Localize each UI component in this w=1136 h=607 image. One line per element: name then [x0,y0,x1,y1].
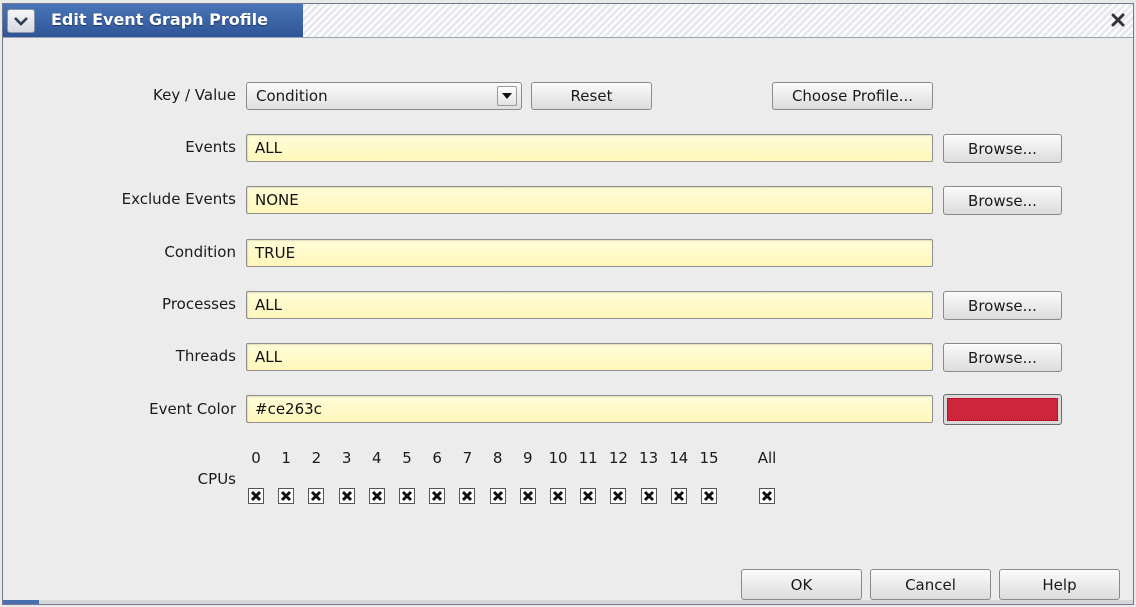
cpu-all-checkbox[interactable] [759,488,775,504]
cpu-5-checkbox[interactable] [399,488,415,504]
x-mark-icon [643,490,654,502]
cpu-1-label: 1 [281,449,291,467]
exclude-events-label: Exclude Events [121,190,236,208]
help-button[interactable]: Help [999,569,1120,600]
events-field[interactable]: ALL [246,134,933,162]
condition-field[interactable]: TRUE [246,239,933,267]
cpu-4-label: 4 [372,449,382,467]
x-mark-icon [492,490,503,502]
x-mark-icon [371,490,382,502]
cpu-13-checkbox[interactable] [640,488,657,504]
cancel-button[interactable]: Cancel [870,569,991,600]
x-mark-icon [281,490,292,502]
processes-browse-button[interactable]: Browse... [943,291,1062,320]
cpu-8-label: 8 [492,449,503,467]
color-swatch-fill [947,398,1058,421]
window-bottom-edge [3,600,1133,604]
cpu-7-label: 7 [462,449,473,467]
key-value-label: Key / Value [153,86,236,104]
event-color-field[interactable]: #ce263c [246,395,933,423]
x-mark-icon [432,490,443,502]
cpu-0-label: 0 [251,449,261,467]
cpu-11-label: 11 [578,449,598,467]
cpu-11-checkbox[interactable] [580,488,597,504]
x-mark-icon [583,490,594,502]
x-mark-icon [462,490,473,502]
cpu-1-checkbox[interactable] [278,488,295,504]
events-label: Events [185,138,236,156]
cpu-2-label: 2 [311,449,322,467]
event-color-swatch-button[interactable] [943,394,1062,425]
close-icon [1111,13,1125,27]
processes-field[interactable]: ALL [246,291,933,319]
cpu-8-checkbox[interactable] [489,488,506,504]
cpu-9-label: 9 [523,449,533,467]
cpus-label: CPUs [197,470,236,488]
cpu-15-label: 15 [699,449,719,467]
window-menu-button[interactable] [7,9,35,33]
chevron-down-icon [14,17,28,26]
x-mark-icon [613,490,624,502]
exclude-events-field[interactable]: NONE [246,186,933,214]
cpu-12-label: 12 [608,449,628,467]
cpu-12-checkbox[interactable] [610,488,627,504]
x-mark-icon [761,490,773,502]
choose-profile-button[interactable]: Choose Profile... [772,82,933,110]
threads-label: Threads [175,347,236,365]
cpu-2-checkbox[interactable] [308,488,325,504]
cpu-3-label: 3 [341,449,352,467]
x-mark-icon [341,490,352,502]
condition-label: Condition [164,243,236,261]
cpu-all-label: All [757,449,777,467]
cpu-9-checkbox[interactable] [519,488,536,504]
window-title: Edit Event Graph Profile [51,10,268,29]
dialog-window: Edit Event Graph Profile Key / Value Con… [2,3,1134,605]
cpu-4-checkbox[interactable] [368,488,385,504]
x-mark-icon [250,490,262,502]
processes-label: Processes [162,295,236,313]
cpu-5-label: 5 [402,449,412,467]
x-mark-icon [522,490,533,502]
dropdown-arrow-button[interactable] [497,86,517,106]
threads-field[interactable]: ALL [246,343,933,371]
reset-button[interactable]: Reset [531,82,652,110]
key-value-select[interactable]: Condition [246,82,522,110]
cpu-15-checkbox[interactable] [701,488,717,504]
x-mark-icon [703,490,715,502]
x-mark-icon [311,490,322,502]
cpu-13-label: 13 [639,449,659,467]
exclude-events-browse-button[interactable]: Browse... [943,186,1062,215]
cpu-7-checkbox[interactable] [459,488,476,504]
cpu-6-checkbox[interactable] [429,488,446,504]
caret-down-icon [502,93,512,99]
cpu-14-label: 14 [669,449,689,467]
x-mark-icon [552,490,564,502]
close-button[interactable] [1109,11,1127,29]
cpu-10-checkbox[interactable] [550,488,566,504]
events-browse-button[interactable]: Browse... [943,134,1062,163]
key-value-selected: Condition [256,87,328,105]
event-color-label: Event Color [149,400,236,418]
x-mark-icon [401,490,413,502]
x-mark-icon [673,490,684,502]
cpu-0-checkbox[interactable] [248,488,264,504]
cpu-10-label: 10 [548,449,568,467]
ok-button[interactable]: OK [741,569,862,600]
cpu-6-label: 6 [432,449,442,467]
title-bar[interactable]: Edit Event Graph Profile [3,4,1133,38]
cpu-14-checkbox[interactable] [670,488,687,504]
threads-browse-button[interactable]: Browse... [943,343,1062,372]
cpu-3-checkbox[interactable] [338,488,355,504]
